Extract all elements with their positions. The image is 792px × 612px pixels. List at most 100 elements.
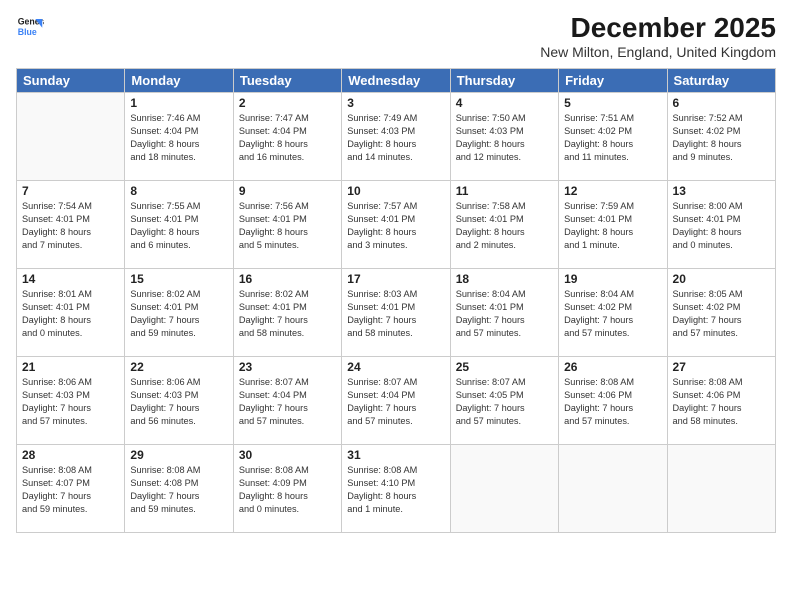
cell-info: Sunrise: 8:08 AM Sunset: 4:09 PM Dayligh… [239, 464, 336, 516]
table-row: 10 Sunrise: 7:57 AM Sunset: 4:01 PM Dayli… [342, 181, 450, 269]
cell-date: 31 [347, 448, 444, 462]
table-row [559, 445, 667, 533]
table-row: 17 Sunrise: 8:03 AM Sunset: 4:01 PM Dayli… [342, 269, 450, 357]
cell-date: 11 [456, 184, 553, 198]
cell-date: 27 [673, 360, 770, 374]
cell-info: Sunrise: 7:50 AM Sunset: 4:03 PM Dayligh… [456, 112, 553, 164]
cell-date: 24 [347, 360, 444, 374]
cell-info: Sunrise: 7:57 AM Sunset: 4:01 PM Dayligh… [347, 200, 444, 252]
cell-date: 25 [456, 360, 553, 374]
cell-info: Sunrise: 8:06 AM Sunset: 4:03 PM Dayligh… [130, 376, 227, 428]
cell-info: Sunrise: 8:07 AM Sunset: 4:04 PM Dayligh… [347, 376, 444, 428]
cell-info: Sunrise: 8:01 AM Sunset: 4:01 PM Dayligh… [22, 288, 119, 340]
calendar-table: Sunday Monday Tuesday Wednesday Thursday… [16, 68, 776, 533]
table-row: 14 Sunrise: 8:01 AM Sunset: 4:01 PM Dayli… [17, 269, 125, 357]
cell-info: Sunrise: 8:08 AM Sunset: 4:06 PM Dayligh… [564, 376, 661, 428]
table-row: 11 Sunrise: 7:58 AM Sunset: 4:01 PM Dayli… [450, 181, 558, 269]
cell-date: 10 [347, 184, 444, 198]
col-monday: Monday [125, 69, 233, 93]
table-row: 8 Sunrise: 7:55 AM Sunset: 4:01 PM Daylig… [125, 181, 233, 269]
calendar-header-row: Sunday Monday Tuesday Wednesday Thursday… [17, 69, 776, 93]
table-row: 21Sunrise: 8:06 AM Sunset: 4:03 PM Dayli… [17, 357, 125, 445]
table-row: 20 Sunrise: 8:05 AM Sunset: 4:02 PM Dayli… [667, 269, 775, 357]
cell-date: 2 [239, 96, 336, 110]
cell-info: Sunrise: 7:54 AM Sunset: 4:01 PM Dayligh… [22, 200, 119, 252]
cell-date: 29 [130, 448, 227, 462]
cell-info: Sunrise: 7:59 AM Sunset: 4:01 PM Dayligh… [564, 200, 661, 252]
calendar-week-row: 7 Sunrise: 7:54 AM Sunset: 4:01 PM Daylig… [17, 181, 776, 269]
cell-date: 14 [22, 272, 119, 286]
col-saturday: Saturday [667, 69, 775, 93]
cell-date: 26 [564, 360, 661, 374]
cell-info: Sunrise: 8:07 AM Sunset: 4:04 PM Dayligh… [239, 376, 336, 428]
table-row: 9Sunrise: 7:56 AM Sunset: 4:01 PM Daylig… [233, 181, 341, 269]
col-wednesday: Wednesday [342, 69, 450, 93]
table-row: 15Sunrise: 8:02 AM Sunset: 4:01 PM Dayli… [125, 269, 233, 357]
cell-date: 1 [130, 96, 227, 110]
cell-date: 12 [564, 184, 661, 198]
table-row: 23 Sunrise: 8:07 AM Sunset: 4:04 PM Dayli… [233, 357, 341, 445]
cell-info: Sunrise: 7:47 AM Sunset: 4:04 PM Dayligh… [239, 112, 336, 164]
cell-info: Sunrise: 7:55 AM Sunset: 4:01 PM Dayligh… [130, 200, 227, 252]
table-row: 29Sunrise: 8:08 AM Sunset: 4:08 PM Dayli… [125, 445, 233, 533]
cell-info: Sunrise: 8:06 AM Sunset: 4:03 PM Dayligh… [22, 376, 119, 428]
cell-info: Sunrise: 7:51 AM Sunset: 4:02 PM Dayligh… [564, 112, 661, 164]
subtitle: New Milton, England, United Kingdom [540, 44, 776, 60]
table-row: 22 Sunrise: 8:06 AM Sunset: 4:03 PM Dayli… [125, 357, 233, 445]
title-block: December 2025 New Milton, England, Unite… [540, 12, 776, 60]
cell-info: Sunrise: 7:52 AM Sunset: 4:02 PM Dayligh… [673, 112, 770, 164]
table-row: 16 Sunrise: 8:02 AM Sunset: 4:01 PM Dayli… [233, 269, 341, 357]
calendar-week-row: 21Sunrise: 8:06 AM Sunset: 4:03 PM Dayli… [17, 357, 776, 445]
cell-date: 9 [239, 184, 336, 198]
cell-date: 17 [347, 272, 444, 286]
table-row: 26 Sunrise: 8:08 AM Sunset: 4:06 PM Dayli… [559, 357, 667, 445]
table-row: 13Sunrise: 8:00 AM Sunset: 4:01 PM Dayli… [667, 181, 775, 269]
table-row: 1Sunrise: 7:46 AM Sunset: 4:04 PM Daylig… [125, 93, 233, 181]
cell-date: 7 [22, 184, 119, 198]
cell-info: Sunrise: 8:04 AM Sunset: 4:01 PM Dayligh… [456, 288, 553, 340]
table-row [17, 93, 125, 181]
table-row: 28Sunrise: 8:08 AM Sunset: 4:07 PM Dayli… [17, 445, 125, 533]
cell-date: 20 [673, 272, 770, 286]
cell-info: Sunrise: 8:00 AM Sunset: 4:01 PM Dayligh… [673, 200, 770, 252]
header: General Blue December 2025 New Milton, E… [16, 12, 776, 60]
cell-date: 22 [130, 360, 227, 374]
svg-text:Blue: Blue [18, 27, 37, 37]
table-row [667, 445, 775, 533]
logo-icon: General Blue [16, 12, 44, 40]
cell-date: 19 [564, 272, 661, 286]
cell-info: Sunrise: 8:02 AM Sunset: 4:01 PM Dayligh… [239, 288, 336, 340]
cell-date: 6 [673, 96, 770, 110]
cell-info: Sunrise: 7:58 AM Sunset: 4:01 PM Dayligh… [456, 200, 553, 252]
table-row: 19Sunrise: 8:04 AM Sunset: 4:02 PM Dayli… [559, 269, 667, 357]
main-title: December 2025 [540, 12, 776, 44]
cell-date: 30 [239, 448, 336, 462]
table-row: 24 Sunrise: 8:07 AM Sunset: 4:04 PM Dayli… [342, 357, 450, 445]
table-row: 18Sunrise: 8:04 AM Sunset: 4:01 PM Dayli… [450, 269, 558, 357]
page: General Blue December 2025 New Milton, E… [0, 0, 792, 612]
cell-info: Sunrise: 8:07 AM Sunset: 4:05 PM Dayligh… [456, 376, 553, 428]
table-row: 4Sunrise: 7:50 AM Sunset: 4:03 PM Daylig… [450, 93, 558, 181]
cell-date: 16 [239, 272, 336, 286]
col-sunday: Sunday [17, 69, 125, 93]
table-row [450, 445, 558, 533]
table-row: 31 Sunrise: 8:08 AM Sunset: 4:10 PM Dayli… [342, 445, 450, 533]
cell-date: 15 [130, 272, 227, 286]
calendar-week-row: 28Sunrise: 8:08 AM Sunset: 4:07 PM Dayli… [17, 445, 776, 533]
cell-date: 28 [22, 448, 119, 462]
table-row: 12 Sunrise: 7:59 AM Sunset: 4:01 PM Dayli… [559, 181, 667, 269]
calendar-week-row: 14 Sunrise: 8:01 AM Sunset: 4:01 PM Dayli… [17, 269, 776, 357]
cell-info: Sunrise: 8:08 AM Sunset: 4:10 PM Dayligh… [347, 464, 444, 516]
cell-date: 23 [239, 360, 336, 374]
cell-info: Sunrise: 8:03 AM Sunset: 4:01 PM Dayligh… [347, 288, 444, 340]
table-row: 25 Sunrise: 8:07 AM Sunset: 4:05 PM Dayli… [450, 357, 558, 445]
cell-info: Sunrise: 7:49 AM Sunset: 4:03 PM Dayligh… [347, 112, 444, 164]
logo: General Blue [16, 12, 44, 40]
table-row: 2 Sunrise: 7:47 AM Sunset: 4:04 PM Daylig… [233, 93, 341, 181]
table-row: 27Sunrise: 8:08 AM Sunset: 4:06 PM Dayli… [667, 357, 775, 445]
cell-date: 8 [130, 184, 227, 198]
table-row: 30 Sunrise: 8:08 AM Sunset: 4:09 PM Dayli… [233, 445, 341, 533]
cell-info: Sunrise: 8:05 AM Sunset: 4:02 PM Dayligh… [673, 288, 770, 340]
table-row: 3Sunrise: 7:49 AM Sunset: 4:03 PM Daylig… [342, 93, 450, 181]
table-row: 6 Sunrise: 7:52 AM Sunset: 4:02 PM Daylig… [667, 93, 775, 181]
